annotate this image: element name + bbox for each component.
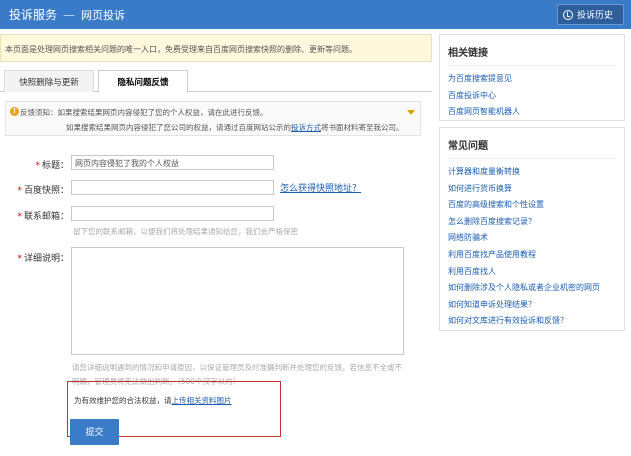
faq-link[interactable]: 如何知道申诉处理结果？ (448, 297, 624, 314)
faq-link[interactable]: 利用百度找产品使用教程 (448, 247, 624, 264)
notice-line-2-suffix: 将书面材料寄至我公司。 (321, 123, 404, 132)
snapshot-help-link[interactable]: 怎么获得快照地址？ (280, 181, 361, 194)
snapshot-input[interactable] (71, 180, 274, 195)
faq-link[interactable]: 百度的高级搜索和个性设置 (448, 197, 624, 214)
notice-line-1: 反馈须知：如果搜索结果网页内容侵犯了您的个人权益，请在此进行反馈。 (20, 108, 268, 117)
email-label-text: 联系邮箱： (23, 212, 69, 222)
upload-images-link[interactable]: 上传相关资料图片 (172, 396, 232, 405)
warning-icon: ! (10, 107, 19, 116)
faq-panel: 常见问题 计算器和度量衡转换 如何进行货币换算 百度的高级搜索和个性设置 怎么删… (439, 127, 625, 331)
divider (448, 65, 616, 66)
email-label: * 联系邮箱： (12, 209, 69, 222)
faq-link[interactable]: 计算器和度量衡转换 (448, 164, 624, 181)
faq-link[interactable]: 利用百度找人 (448, 264, 624, 281)
detail-label-text: 详细说明： (23, 254, 69, 264)
related-link[interactable]: 百度网页智能机器人 (448, 104, 624, 121)
upload-prompt-text: 为有效维护您的合法权益，请 (74, 396, 172, 405)
required-mark: * (35, 161, 40, 171)
complaint-method-link[interactable]: 投诉方式 (291, 123, 321, 132)
related-links-panel: 相关链接 为百度搜索提意见 百度投诉中心 百度网页智能机器人 (439, 34, 625, 121)
required-mark: * (17, 254, 22, 264)
tab-privacy-feedback[interactable]: 隐私问题反馈 (98, 70, 188, 93)
tab-snapshot-update[interactable]: 快照删除与更新 (4, 70, 94, 92)
title-input[interactable]: 网页内容侵犯了我的个人权益 (71, 155, 274, 170)
detail-label: * 详细说明： (12, 251, 69, 264)
title-separator: — (63, 8, 76, 22)
faq-link[interactable]: 网络防骗术 (448, 230, 624, 247)
collapse-arrow-icon[interactable] (407, 110, 415, 115)
notice-banner: 本页面是处理网页搜索相关问题的唯一入口，免费受理来自百度网页搜索快照的删除、更新… (0, 34, 432, 62)
snapshot-label-text: 百度快照： (23, 186, 69, 196)
history-button-label: 投诉历史 (577, 11, 614, 21)
faq-link[interactable]: 如何对文库进行有效投诉和反馈？ (448, 313, 624, 330)
faq-title: 常见问题 (448, 141, 488, 152)
snapshot-label: * 百度快照： (12, 183, 69, 196)
email-hint: 留下您的联系邮箱，以便我们将处理结果通知给您，我们会严格保密 (73, 227, 298, 236)
required-mark: * (17, 186, 22, 196)
tab-bar: 快照删除与更新 隐私问题反馈 (0, 70, 432, 93)
faq-link[interactable]: 如何删除涉及个人隐私或者企业机密的网页 (448, 280, 624, 297)
related-link[interactable]: 为百度搜索提意见 (448, 71, 624, 88)
title-label-text: 标题： (41, 161, 69, 171)
title-label: * 标题： (24, 158, 69, 171)
related-links-title: 相关链接 (448, 48, 488, 59)
page-title: 投诉服务 — 网页投诉 (9, 6, 125, 23)
detail-hint-1: 请您详细说明遇到的情况和申请原因，以保证管理员及时准确判断并处理您的反馈。若信息… (72, 363, 402, 372)
service-subtitle: 网页投诉 (81, 9, 126, 22)
related-link[interactable]: 百度投诉中心 (448, 88, 624, 105)
faq-link[interactable]: 如何进行货币换算 (448, 181, 624, 198)
divider (448, 158, 616, 159)
email-input[interactable] (71, 206, 274, 221)
service-title[interactable]: 投诉服务 (9, 8, 57, 22)
required-mark: * (17, 212, 22, 222)
submit-button[interactable]: 提交 (70, 419, 119, 445)
top-bar: 投诉服务 — 网页投诉 投诉历史 (0, 0, 631, 29)
detail-textarea[interactable] (71, 247, 404, 355)
upload-prompt: 为有效维护您的合法权益，请上传相关资料图片 (74, 395, 232, 406)
clock-icon (563, 9, 573, 20)
faq-link[interactable]: 怎么删除百度搜索记录？ (448, 214, 624, 231)
feedback-notice: ! 反馈须知：如果搜索结果网页内容侵犯了您的个人权益，请在此进行反馈。 如果搜索… (5, 101, 421, 136)
notice-line-2-prefix: 如果搜索结果网页内容侵犯了您公司的权益，请通过百度网站公示的 (66, 123, 291, 132)
history-button[interactable]: 投诉历史 (557, 4, 624, 25)
notice-line-2: 如果搜索结果网页内容侵犯了您公司的权益，请通过百度网站公示的投诉方式将书面材料寄… (66, 122, 404, 133)
